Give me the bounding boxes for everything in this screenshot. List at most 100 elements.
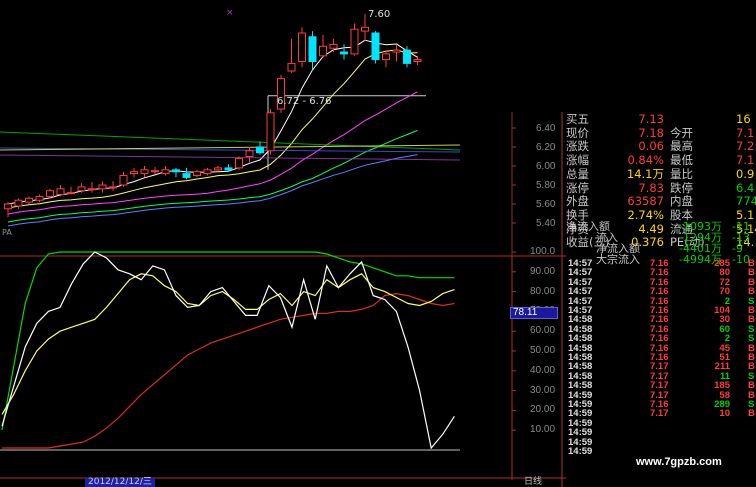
candle-body — [245, 150, 254, 158]
quote-label: 跌停 — [670, 180, 693, 195]
tick-row: 14:59 — [566, 446, 756, 457]
candle-body — [256, 146, 264, 154]
quote-label: 涨停 — [566, 180, 589, 195]
indicator-current-value: 78.11 — [510, 307, 558, 319]
tick-row: 14:59 7.17 10 B — [566, 408, 756, 420]
header-marker: × — [226, 8, 234, 18]
quote-row: 外盘 63587 内盘 7742 — [566, 195, 756, 209]
candle-body — [14, 199, 23, 207]
quote-value: 14.1万 — [626, 166, 664, 181]
candle-body — [161, 169, 170, 175]
candle-corner-label: PA — [2, 228, 12, 237]
quote-value: 0.84% — [627, 153, 664, 168]
candle-body — [350, 28, 359, 55]
candle-body — [235, 157, 243, 169]
quote-label: 外盘 — [566, 194, 589, 209]
date-label: 2012/12/12/三 — [85, 478, 155, 487]
candle-body — [403, 49, 411, 64]
candle-body — [98, 184, 107, 190]
quote-value: 7742 — [736, 194, 756, 209]
candle-body — [119, 175, 128, 186]
quote-label: 内盘 — [670, 194, 693, 209]
quote-value: 7.13 — [638, 112, 664, 126]
candle-body — [172, 169, 180, 173]
tick-price: 7.17 — [650, 408, 669, 420]
candle-body — [130, 171, 138, 175]
candle-body — [77, 186, 86, 192]
candle-body — [329, 43, 338, 49]
tick-volume: 10 — [719, 408, 730, 420]
quote-value: 0.9 — [736, 166, 755, 181]
quote-label: 今开 — [670, 125, 693, 140]
indicator-tick-label: 100.0 — [530, 246, 556, 257]
tick-time: 14:59 — [568, 446, 593, 457]
indicator-tick-label: 30.00 — [530, 384, 556, 396]
indicator-tick-label: 90.00 — [530, 265, 556, 277]
tick-flag: B — [748, 408, 755, 420]
candle-body — [340, 51, 348, 55]
candle-body — [319, 45, 327, 57]
quote-row: 涨停 7.83 跌停 6.4 — [566, 180, 756, 196]
candle-body — [88, 188, 96, 191]
indicator-tick-label: 60.00 — [530, 325, 556, 337]
price-tick-label: 5.40 — [536, 218, 556, 229]
quote-value: 7.18 — [638, 125, 664, 140]
candle-body — [371, 32, 380, 61]
quote-value: 0.06 — [638, 139, 664, 154]
quote-row: 涨幅 0.84% 最低 7.1 — [566, 154, 756, 168]
indicator-tick-label: 10.00 — [530, 424, 556, 436]
quote-row: 涨跌 0.06 最高 7.2 — [566, 140, 756, 154]
price-tick-label: 5.60 — [536, 199, 556, 210]
peak-price-label: 7.60 — [368, 9, 391, 20]
quote-label: 涨幅 — [566, 153, 589, 168]
candle-body — [298, 32, 306, 62]
candle-body — [67, 192, 75, 195]
indicator-tick-label: 40.00 — [530, 364, 556, 376]
candle-body — [46, 190, 54, 197]
candle-body — [35, 195, 44, 201]
candle-body — [203, 169, 212, 175]
quote-value: 16 — [736, 112, 751, 126]
indicator-tick-label: 20.00 — [530, 404, 556, 416]
price-tick-label: 6.40 — [536, 123, 556, 134]
quote-row: 现价 7.18 今开 7.1 — [566, 125, 756, 141]
candle-body — [151, 170, 159, 173]
quote-value: 7.2 — [736, 139, 755, 154]
candle-body — [4, 203, 12, 210]
quote-label: 量比 — [670, 166, 693, 181]
candle-body — [287, 62, 296, 72]
candle-body — [109, 186, 117, 189]
indicator-tick-label: 80.00 — [530, 285, 556, 297]
quote-row: 总量 14.1万 量比 0.9 — [566, 166, 756, 182]
quote-row: 买五 7.13 16 — [566, 113, 756, 127]
price-tick-label: 5.80 — [536, 180, 556, 191]
candle-body — [382, 53, 390, 61]
quote-label: 总量 — [566, 166, 589, 181]
candle-body — [224, 167, 233, 171]
quote-label: 买五 — [566, 112, 589, 126]
quote-value: 6.4 — [736, 180, 755, 195]
quote-value: 7.1 — [736, 153, 755, 168]
candle-body — [413, 59, 422, 62]
watermark: www.7gpzb.com — [636, 456, 722, 468]
candle-body — [361, 26, 369, 32]
candle-body — [392, 49, 401, 53]
candle-body — [193, 171, 201, 176]
candle-body — [308, 36, 317, 62]
candle-body — [182, 173, 191, 178]
quote-label: 最高 — [670, 139, 693, 154]
period-label[interactable]: 日线 — [524, 478, 542, 487]
tick-row: 14:59 — [566, 428, 756, 438]
quote-label: 最低 — [670, 153, 693, 168]
price-tick-label: 6.00 — [536, 161, 556, 172]
candle-body — [56, 188, 65, 196]
quote-value: 63587 — [627, 194, 664, 209]
range-box-label: 6.72 - 6.76 — [277, 96, 332, 107]
quote-value: 7.1 — [736, 125, 755, 140]
candle-body — [140, 169, 149, 175]
quote-label: 现价 — [566, 125, 589, 140]
candle-body — [214, 167, 222, 171]
candle-body — [25, 197, 33, 203]
candle-body — [266, 112, 275, 152]
price-tick-label: 6.20 — [536, 142, 556, 153]
